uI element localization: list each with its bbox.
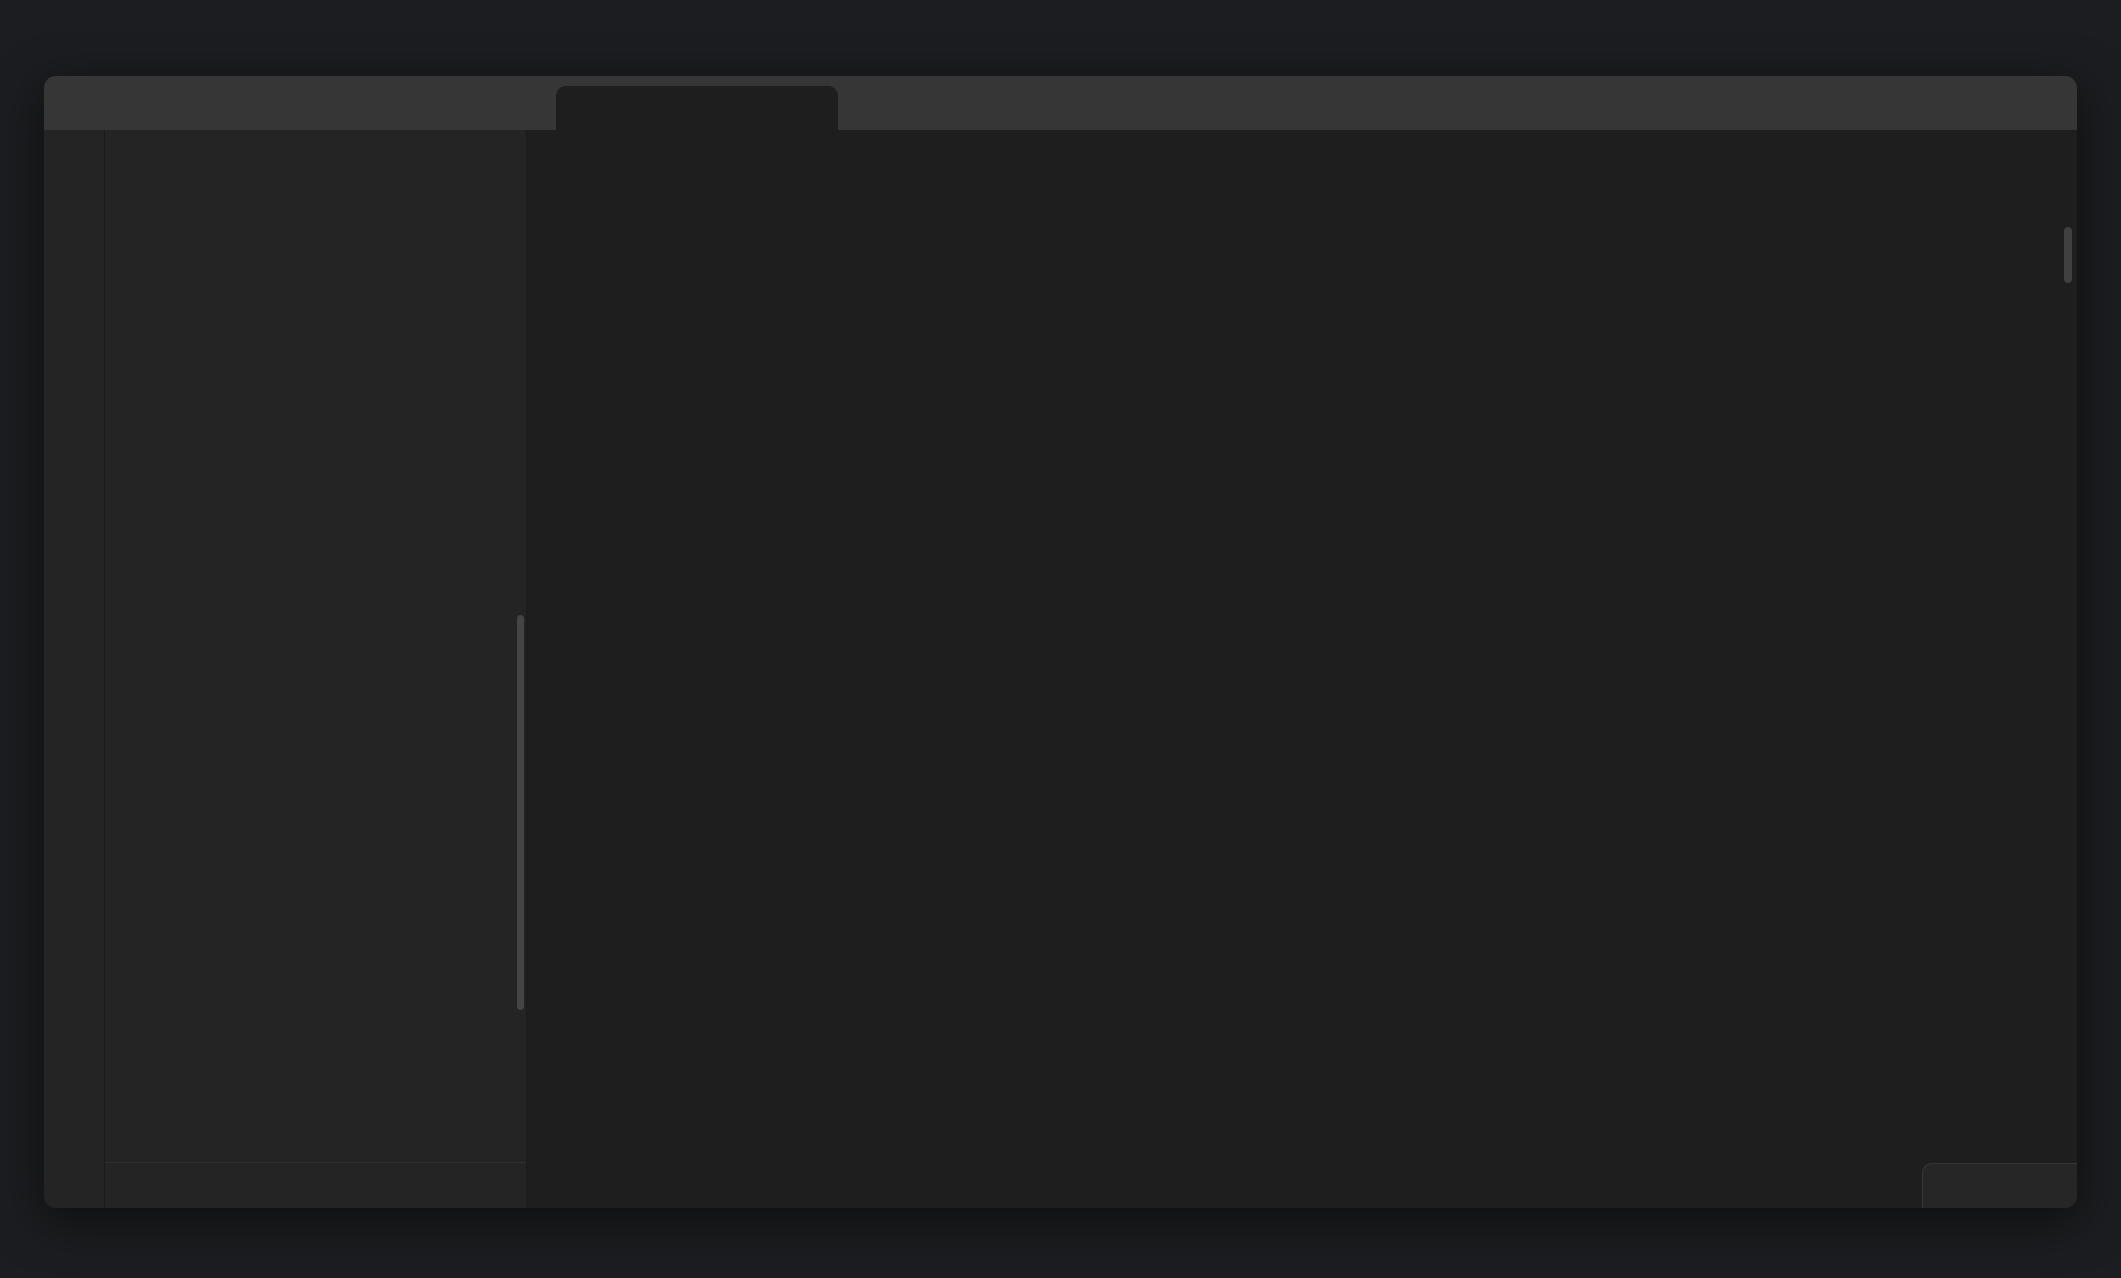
status-bar — [1922, 1163, 2077, 1208]
help-icon[interactable] — [421, 1175, 443, 1197]
vault-switcher[interactable] — [105, 1162, 526, 1208]
workspace — [44, 130, 2077, 1208]
book-open-icon[interactable] — [1933, 149, 1957, 173]
pencil-icon[interactable] — [1960, 1175, 1982, 1197]
titlebar — [44, 76, 2077, 130]
more-vertical-icon[interactable] — [1979, 149, 2003, 173]
file-explorer-sidebar — [105, 130, 527, 1208]
sidebar-scrollbar[interactable] — [517, 615, 524, 1010]
chevrons-up-down-icon — [132, 1176, 151, 1195]
gear-icon[interactable] — [476, 1175, 498, 1197]
view-header — [527, 130, 2077, 194]
editor-pane — [527, 130, 2077, 1208]
ribbon — [44, 130, 105, 1208]
plus-icon[interactable] — [856, 88, 894, 126]
editor-scrollbar[interactable] — [2064, 227, 2072, 283]
sync-off-icon[interactable] — [2033, 1175, 2055, 1197]
document-tab[interactable] — [556, 86, 838, 130]
breadcrumb — [505, 130, 2055, 194]
app-window — [44, 76, 2077, 1208]
file-explorer-toolbar — [105, 130, 526, 180]
file-tree — [105, 178, 526, 1162]
